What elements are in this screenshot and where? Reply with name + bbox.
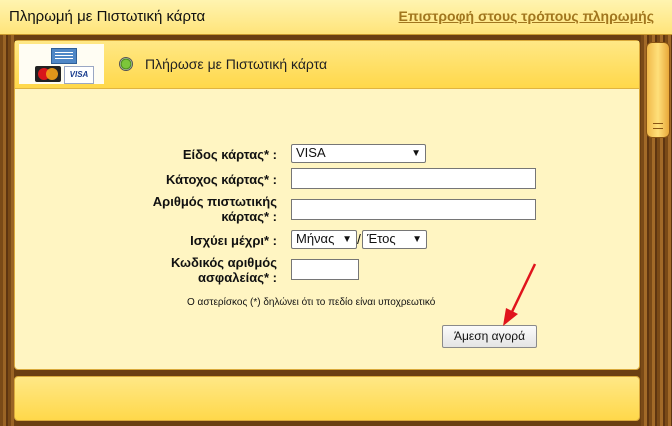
card-logos: VISA [19, 44, 104, 84]
left-wood-border [0, 35, 14, 426]
payment-method-label: Πλήρωσε με Πιστωτική κάρτα [145, 56, 328, 72]
expiry-month-select[interactable]: Μήνας ▼ [291, 230, 357, 249]
page-header: Πληρωμή με Πιστωτική κάρτα Επιστροφή στο… [0, 0, 672, 35]
chevron-down-icon: ▼ [412, 234, 422, 245]
mastercard-logo-icon [35, 66, 61, 82]
expiry-month-value: Μήνας [296, 231, 335, 246]
card-holder-input[interactable] [291, 168, 536, 189]
red-annotation-arrow-icon [503, 263, 537, 326]
card-number-label-line2: κάρτας* : [221, 209, 277, 224]
required-fields-note: Ο αστερίσκος (*) δηλώνει ότι το πεδίο εί… [187, 297, 436, 308]
card-holder-label: Κάτοχος κάρτας* : [165, 172, 277, 187]
card-type-select[interactable]: VISA ▼ [291, 144, 426, 163]
card-number-input[interactable] [291, 199, 536, 220]
cvv-label-line1: Κωδικός αριθμός [170, 255, 277, 270]
scrollbar-thumb[interactable] [646, 42, 670, 138]
card-number-label: Αριθμός πιστωτικής κάρτας* : [115, 194, 277, 224]
visa-logo-icon: VISA [64, 66, 94, 84]
back-to-payment-methods-link[interactable]: Επιστροφή στους τρόπους πληρωμής [399, 8, 654, 24]
cvv-input[interactable] [291, 259, 359, 280]
expiry-year-select[interactable]: Έτος ▼ [362, 230, 427, 249]
chevron-down-icon: ▼ [411, 148, 421, 159]
credit-card-radio[interactable] [119, 57, 133, 71]
card-type-label: Είδος κάρτας* : [182, 147, 277, 162]
cvv-label: Κωδικός αριθμός ασφαλείας* : [115, 255, 277, 285]
amex-logo-icon [51, 48, 77, 64]
payment-method-row[interactable]: VISA Πλήρωσε με Πιστωτική κάρτα [15, 41, 639, 89]
card-number-label-line1: Αριθμός πιστωτικής [152, 194, 277, 209]
cvv-label-line2: ασφαλείας* : [198, 270, 277, 285]
card-type-value: VISA [296, 145, 326, 160]
bottom-panel [14, 376, 640, 421]
expiry-separator: / [357, 231, 361, 247]
chevron-down-icon: ▼ [342, 234, 352, 245]
expiry-label: Ισχύει μέχρι* : [190, 233, 277, 248]
page-title: Πληρωμή με Πιστωτική κάρτα [9, 8, 206, 25]
expiry-year-value: Έτος [367, 231, 396, 246]
